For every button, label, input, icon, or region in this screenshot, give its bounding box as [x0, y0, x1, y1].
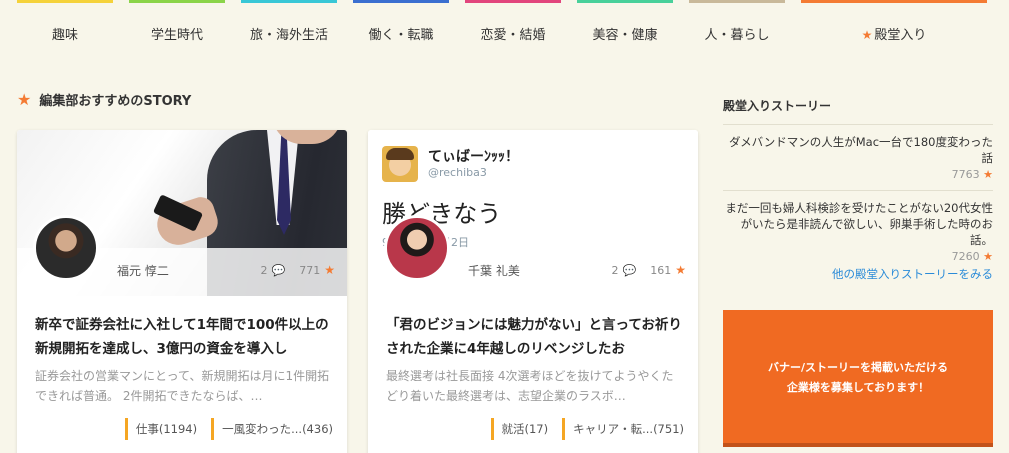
- nav-label: 人・暮らし: [704, 28, 770, 43]
- nav-color-bar: [17, 0, 113, 3]
- category-nav: 趣味 学生時代 旅・海外生活 働く・転職 恋愛・結婚 美容・健康 人・暮らし ★…: [0, 0, 1009, 62]
- comment-icon: 💬: [622, 263, 637, 277]
- author-name[interactable]: 福元 惇二: [117, 262, 169, 279]
- story-thumbnail: 福元 惇二 2 💬 771 ★: [17, 130, 347, 296]
- star-icon: ★: [17, 90, 32, 109]
- star-icon: ★: [675, 263, 686, 277]
- nav-item-hobby[interactable]: 趣味: [17, 0, 113, 62]
- nav-label: 恋愛・結婚: [480, 28, 546, 43]
- nav-item-hall-of-fame[interactable]: ★ 殿堂入り: [801, 0, 987, 62]
- tag-link[interactable]: 一風変わった...(436): [211, 418, 333, 440]
- author-name[interactable]: 千葉 礼美: [468, 262, 520, 279]
- divider: [723, 190, 993, 191]
- tag-link[interactable]: 仕事(1194): [124, 418, 197, 440]
- nav-color-bar: [801, 0, 987, 3]
- nav-color-bar: [129, 0, 225, 3]
- hall-of-fame-story[interactable]: まだ一回も婦人科検診を受けたことがない20代女性がいたら是非読んで欲しい、卵巣手…: [723, 200, 993, 263]
- story-thumbnail: てぃばーﾝｯｯ！ @rechiba3 勝どきなう 9 8月2日 千葉 礼美 2 …: [368, 130, 698, 296]
- nav-item-beauty[interactable]: 美容・健康: [577, 0, 673, 62]
- story-title[interactable]: 「君のビジョンには魅力がない」と言ってお祈りされた企業に4年越しのリベンジしたお: [386, 313, 682, 361]
- nav-item-school[interactable]: 学生時代: [129, 0, 225, 62]
- nav-item-love[interactable]: 恋愛・結婚: [465, 0, 561, 62]
- like-count: 7763: [951, 168, 980, 181]
- comment-count: 2: [611, 263, 619, 277]
- star-icon: ★: [983, 168, 993, 181]
- hall-story-count-row: 7260 ★: [723, 250, 993, 263]
- story-stats: 2 💬 771 ★: [261, 263, 335, 277]
- banner-line2: 企業様を募集しております！: [786, 380, 930, 394]
- nav-color-bar: [689, 0, 785, 3]
- recruit-banner[interactable]: バナー/ストーリーを掲載いただける 企業様を募集しております！: [723, 310, 993, 447]
- comment-count: 2: [260, 263, 268, 277]
- star-icon: ★: [861, 28, 873, 42]
- hall-story-title: まだ一回も婦人科検診を受けたことがない20代女性がいたら是非読んで欲しい、卵巣手…: [725, 201, 993, 247]
- star-icon: ★: [983, 250, 993, 263]
- story-card[interactable]: てぃばーﾝｯｯ！ @rechiba3 勝どきなう 9 8月2日 千葉 礼美 2 …: [368, 130, 698, 453]
- tweet-name: てぃばーﾝｯｯ！: [428, 149, 519, 165]
- banner-line1: バナー/ストーリーを掲載いただける: [767, 360, 949, 374]
- nav-label: 学生時代: [150, 28, 203, 43]
- nav-label: 趣味: [51, 28, 78, 43]
- story-card[interactable]: 福元 惇二 2 💬 771 ★ 新卒で証券会社に入社して1年間で100件以上の新…: [17, 130, 347, 453]
- nav-color-bar: [241, 0, 337, 3]
- like-count: 161: [650, 263, 672, 277]
- nav-item-travel[interactable]: 旅・海外生活: [241, 0, 337, 62]
- tweet-avatar: [382, 146, 418, 182]
- author-avatar[interactable]: [33, 215, 99, 281]
- comment-icon: 💬: [271, 263, 286, 277]
- divider: [723, 124, 993, 125]
- nav-color-bar: [577, 0, 673, 3]
- star-icon: ★: [324, 263, 335, 277]
- hall-story-count-row: 7763 ★: [723, 168, 993, 181]
- hall-story-title: ダメバンドマンの人生がMac一台で180度変わった話: [729, 135, 993, 165]
- more-hall-of-fame-link[interactable]: 他の殿堂入りストーリーをみる: [723, 266, 993, 282]
- story-stats: 2 💬 161 ★: [612, 263, 686, 277]
- like-count: 7260: [951, 250, 980, 263]
- like-count: 771: [299, 263, 321, 277]
- nav-color-bar: [465, 0, 561, 3]
- story-title[interactable]: 新卒で証券会社に入社して1年間で100件以上の新規開拓を達成し、3億円の資金を導…: [35, 313, 331, 361]
- nav-color-bar: [353, 0, 449, 3]
- story-tags: 仕事(1194) 一風変わった...(436): [124, 418, 333, 440]
- story-description: 最終選考は社長面接 4次選考ほどを抜けてようやくたどり着いた最終選考は、志望企業…: [386, 369, 674, 403]
- tweet-handle: @rechiba3: [428, 166, 487, 179]
- hall-of-fame-story[interactable]: ダメバンドマンの人生がMac一台で180度変わった話 7763 ★: [723, 134, 993, 181]
- tag-link[interactable]: 就活(17): [490, 418, 548, 440]
- nav-label-wrap: ★ 殿堂入り: [801, 24, 987, 43]
- section-heading: ★ 編集部おすすめのSTORY: [17, 90, 191, 109]
- nav-item-work[interactable]: 働く・転職: [353, 0, 449, 62]
- nav-label: 美容・健康: [592, 28, 658, 43]
- section-title: 編集部おすすめのSTORY: [39, 94, 192, 109]
- tag-link[interactable]: キャリア・転...(751): [562, 418, 684, 440]
- nav-label: 旅・海外生活: [249, 28, 328, 43]
- story-description: 証券会社の営業マンにとって、新規開拓は月に1件開拓できれば普通。 2件開拓できた…: [35, 369, 330, 403]
- author-avatar[interactable]: [384, 215, 450, 281]
- nav-label: 働く・転職: [368, 28, 434, 43]
- story-tags: 就活(17) キャリア・転...(751): [490, 418, 684, 440]
- nav-item-life[interactable]: 人・暮らし: [689, 0, 785, 62]
- sidebar-title: 殿堂入りストーリー: [723, 99, 832, 113]
- nav-label: 殿堂入り: [874, 28, 927, 43]
